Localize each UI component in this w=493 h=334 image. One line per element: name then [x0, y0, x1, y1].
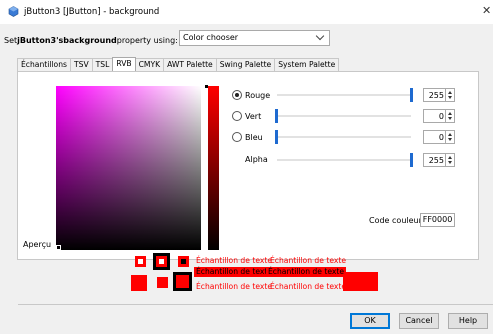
tab-tsl[interactable]: TSL — [91, 58, 114, 71]
tab-cmyk[interactable]: CMYK — [134, 58, 165, 71]
slider-vert-thumb[interactable] — [275, 109, 278, 123]
preview-text: Échantillon de texte — [196, 256, 272, 265]
property-editor-caption: Set jButton3's background property using… — [4, 32, 178, 48]
slider-bleu-track[interactable] — [277, 136, 411, 138]
radio-vert[interactable]: Vert — [232, 109, 261, 123]
radio-bleu[interactable]: Bleu — [232, 130, 263, 144]
spinner-alpha[interactable]: 255 — [423, 153, 455, 167]
slider-alpha-thumb[interactable] — [410, 153, 413, 167]
tab-awt-palette[interactable]: AWT Palette — [163, 58, 217, 71]
cancel-button[interactable]: Cancel — [399, 313, 439, 329]
preview-swatch-inner — [138, 259, 143, 264]
editor-combo[interactable]: Color chooser — [179, 30, 330, 46]
tab-tsv[interactable]: TSV — [69, 58, 93, 71]
preview-text-highlighted: Échantillon de texte — [194, 267, 274, 277]
spinner-rouge-value: 255 — [428, 91, 444, 100]
color-chooser-tabs: Échantillons TSV TSL RVB CMYK AWT Palett… — [17, 57, 340, 71]
spinner-down-icon[interactable] — [448, 161, 452, 164]
radio-rouge[interactable]: Rouge — [232, 88, 270, 102]
title-bar: jButton3 [JButton] - background ✕ — [0, 0, 493, 24]
preview-swatch — [157, 277, 168, 288]
slider-rouge-thumb[interactable] — [410, 88, 413, 102]
ok-button[interactable]: OK — [350, 313, 390, 329]
spinner-rouge[interactable]: 255 — [423, 88, 455, 102]
spinner-up-icon[interactable] — [448, 91, 452, 94]
radio-bleu-button[interactable] — [232, 132, 242, 142]
spinner-vert-value: 0 — [438, 112, 444, 121]
preview-swatch — [343, 272, 378, 291]
radio-vert-button[interactable] — [232, 111, 242, 121]
code-couleur-label: Code couleur — [369, 216, 422, 225]
slider-rouge-track[interactable] — [277, 94, 411, 96]
tab-rvb[interactable]: RVB — [112, 57, 136, 71]
tab-system-palette[interactable]: System Palette — [274, 58, 340, 71]
preview-swatch-inner — [181, 259, 186, 264]
radio-bleu-label: Bleu — [245, 132, 263, 142]
spinner-arrows[interactable] — [445, 131, 454, 143]
alpha-label: Alpha — [245, 155, 268, 164]
preview-swatch — [131, 275, 147, 291]
slider-bleu-thumb[interactable] — [275, 130, 278, 144]
caption-suffix: property using: — [116, 35, 178, 45]
preview-text-highlighted: Échantillon de texte — [266, 267, 346, 277]
tab-echantillons[interactable]: Échantillons — [17, 58, 71, 71]
radio-rouge-label: Rouge — [245, 90, 271, 100]
tab-swing-palette[interactable]: Swing Palette — [215, 58, 276, 71]
spinner-up-icon[interactable] — [448, 133, 452, 136]
spinner-down-icon[interactable] — [448, 138, 452, 141]
chevron-down-icon — [315, 31, 325, 41]
editor-combo-value: Color chooser — [183, 33, 239, 42]
spinner-arrows[interactable] — [445, 110, 454, 122]
color-gradient-area[interactable] — [56, 86, 201, 250]
preview-text: Échantillon de texte — [270, 282, 346, 291]
caption-component: jButton3's — [17, 35, 64, 45]
color-picker-marker[interactable] — [56, 245, 61, 250]
app-icon — [8, 6, 19, 17]
help-button[interactable]: Help — [448, 313, 488, 329]
spinner-vert[interactable]: 0 — [423, 109, 455, 123]
spinner-bleu-value: 0 — [438, 133, 444, 142]
separator — [18, 304, 493, 305]
radio-vert-label: Vert — [245, 111, 262, 121]
code-couleur-field[interactable]: FF0000 — [420, 213, 455, 227]
slider-alpha-track[interactable] — [277, 159, 411, 161]
spinner-arrows[interactable] — [445, 154, 454, 166]
preview-text: Échantillon de texte — [196, 282, 272, 291]
preview-swatch-inner — [176, 275, 189, 288]
vertical-slider-marker[interactable] — [205, 85, 208, 88]
spinner-arrows[interactable] — [445, 89, 454, 101]
color-vertical-slider[interactable] — [208, 86, 219, 250]
spinner-down-icon[interactable] — [448, 96, 452, 99]
close-icon[interactable]: ✕ — [482, 5, 491, 17]
spinner-up-icon[interactable] — [448, 112, 452, 115]
spinner-up-icon[interactable] — [448, 156, 452, 159]
caption-property: background — [63, 35, 117, 45]
radio-rouge-button[interactable] — [232, 90, 242, 100]
caption-prefix: Set — [4, 35, 18, 45]
preview-text: Échantillon de texte — [270, 256, 346, 265]
spinner-bleu[interactable]: 0 — [423, 130, 455, 144]
apercu-label: Aperçu — [23, 240, 52, 249]
preview-swatch-core — [159, 259, 164, 264]
spinner-down-icon[interactable] — [448, 117, 452, 120]
slider-vert-track[interactable] — [277, 115, 411, 117]
spinner-alpha-value: 255 — [428, 156, 444, 165]
window-title: jButton3 [JButton] - background — [24, 7, 160, 17]
